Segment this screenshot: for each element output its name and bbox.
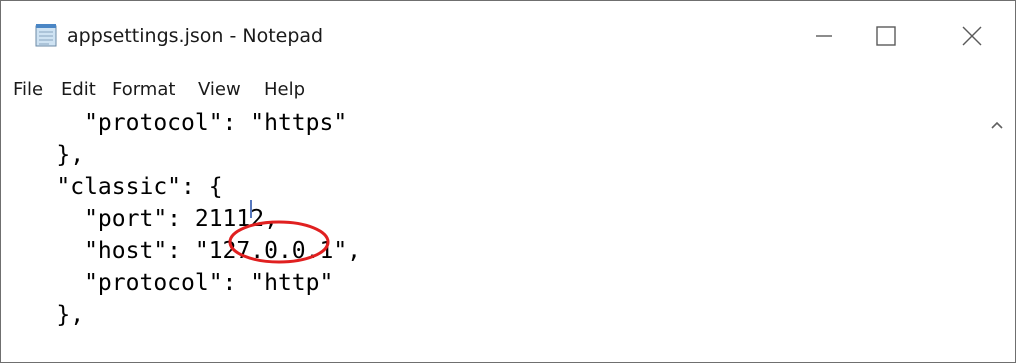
text-cursor-icon [250, 200, 252, 218]
code-line: "protocol": "https" [1, 110, 348, 136]
code-line: "port": 21112, [1, 206, 278, 232]
menu-bar: File Edit Format View Help [1, 71, 1015, 107]
close-icon [962, 26, 982, 46]
menu-format[interactable]: Format [112, 79, 175, 100]
chevron-up-icon [991, 121, 1003, 129]
code-line: "protocol": "http" [1, 270, 334, 296]
maximize-icon [876, 26, 896, 46]
minimize-button[interactable] [796, 11, 852, 61]
window-title: appsettings.json - Notepad [67, 25, 324, 47]
notepad-window: appsettings.json - Notepad File Edit For… [0, 0, 1016, 363]
vertical-scrollbar[interactable] [979, 107, 1015, 362]
close-button[interactable] [944, 11, 1000, 61]
menu-view[interactable]: View [198, 79, 241, 100]
code-line: "host": "127.0.0.1", [1, 238, 362, 264]
title-bar[interactable]: appsettings.json - Notepad [1, 1, 1015, 71]
minimize-icon [816, 35, 832, 37]
menu-edit[interactable]: Edit [61, 79, 96, 100]
code-line: }, [1, 142, 85, 168]
scroll-up-button[interactable] [979, 107, 1015, 143]
code-line: }, [1, 302, 85, 328]
notepad-app-icon [35, 24, 57, 47]
maximize-button[interactable] [858, 11, 914, 61]
text-editor-area[interactable]: "protocol": "https" }, "classic": { "por… [1, 107, 1015, 362]
menu-file[interactable]: File [13, 79, 43, 100]
code-line: "classic": { [1, 174, 223, 200]
menu-help[interactable]: Help [264, 79, 305, 100]
